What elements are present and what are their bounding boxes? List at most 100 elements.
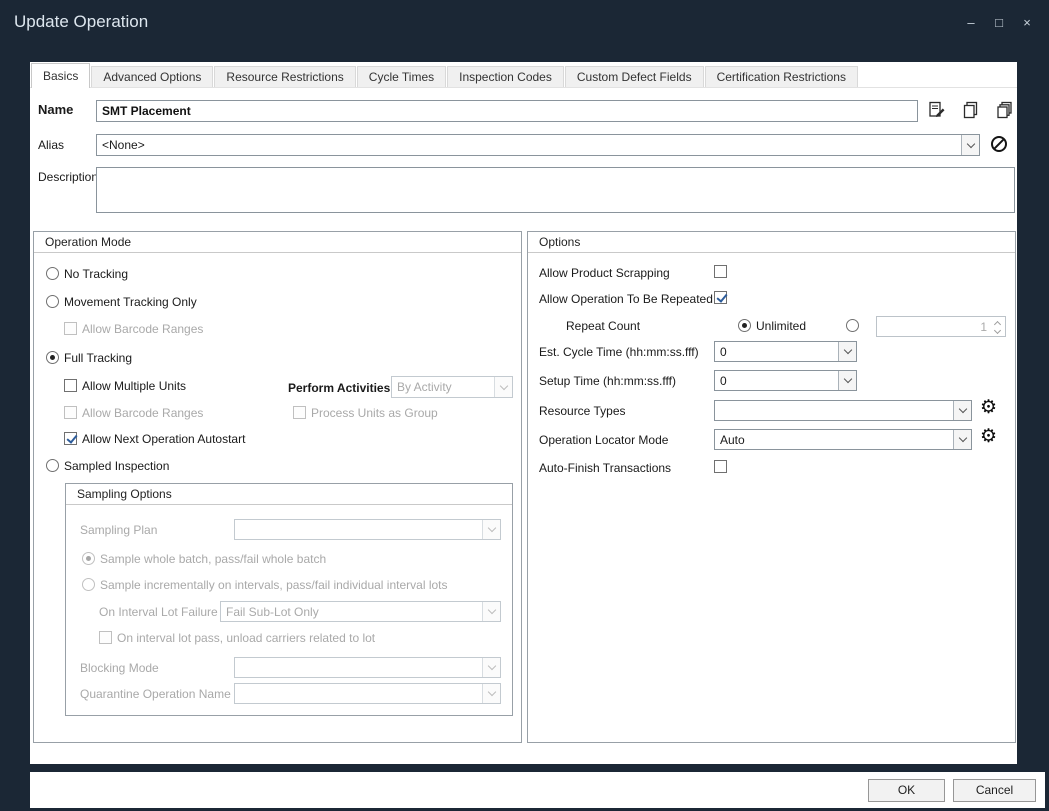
no-tracking-row[interactable]: No Tracking — [46, 266, 128, 281]
maximize-icon[interactable]: □ — [989, 14, 1009, 32]
window-title: Update Operation — [14, 12, 148, 32]
blocking-mode-value — [235, 658, 482, 677]
no-tracking-label: No Tracking — [64, 267, 128, 281]
sampled-inspection-radio[interactable] — [46, 459, 59, 472]
process-units-as-group-label: Process Units as Group — [311, 406, 438, 420]
allow-barcode-ranges-label-1: Allow Barcode Ranges — [82, 322, 203, 336]
allow-barcode-ranges-checkbox-1 — [64, 322, 77, 335]
options-group: Options Allow Product Scrapping Allow Op… — [527, 231, 1016, 743]
ok-button[interactable]: OK — [868, 779, 945, 802]
limited-repeat-row[interactable] — [846, 318, 859, 333]
allow-multiple-units-checkbox[interactable] — [64, 379, 77, 392]
process-units-as-group-checkbox — [293, 406, 306, 419]
alias-combo[interactable]: <None> — [96, 134, 980, 156]
sampling-plan-dropdown-arrow-icon — [482, 520, 500, 539]
basics-tab-content: Name — [30, 88, 1017, 764]
sample-incrementally-label: Sample incrementally on intervals, pass/… — [100, 578, 448, 592]
resource-types-dropdown-arrow-icon[interactable] — [953, 401, 971, 420]
document-stack-icon[interactable] — [996, 101, 1014, 119]
on-interval-lot-pass-checkbox — [99, 631, 112, 644]
on-interval-lot-failure-label: On Interval Lot Failure — [99, 605, 218, 619]
full-tracking-row[interactable]: Full Tracking — [46, 350, 132, 365]
allow-barcode-ranges-label-2: Allow Barcode Ranges — [82, 406, 203, 420]
description-label: Description — [38, 170, 98, 184]
limited-repeat-radio[interactable] — [846, 319, 859, 332]
sampled-inspection-row[interactable]: Sampled Inspection — [46, 458, 169, 473]
sampled-inspection-label: Sampled Inspection — [64, 459, 169, 473]
name-label: Name — [38, 103, 73, 117]
quarantine-operation-name-dropdown-arrow-icon — [482, 684, 500, 703]
tab-inspection-codes[interactable]: Inspection Codes — [447, 66, 564, 87]
operation-locator-mode-label: Operation Locator Mode — [539, 433, 668, 447]
footer-bar: OK Cancel — [30, 772, 1045, 808]
operation-locator-mode-gear-icon[interactable]: ⚙ — [980, 427, 997, 446]
operation-locator-mode-value: Auto — [715, 430, 953, 449]
setup-time-dropdown-arrow-icon[interactable] — [838, 371, 856, 390]
allow-product-scrapping-label: Allow Product Scrapping — [539, 266, 670, 280]
unlimited-radio[interactable] — [738, 319, 751, 332]
name-input[interactable] — [96, 100, 918, 122]
tab-certification-restrictions[interactable]: Certification Restrictions — [705, 66, 858, 87]
tab-advanced-options[interactable]: Advanced Options — [91, 66, 213, 87]
perform-activities-value: By Activity — [392, 377, 494, 397]
cancel-button[interactable]: Cancel — [953, 779, 1036, 802]
tab-strip: Basics Advanced Options Resource Restric… — [30, 62, 1017, 88]
allow-product-scrapping-checkbox[interactable] — [714, 265, 727, 278]
auto-finish-transactions-label: Auto-Finish Transactions — [539, 461, 671, 475]
perform-activities-dropdown-arrow-icon — [494, 377, 512, 397]
sampling-plan-combo — [234, 519, 501, 540]
operation-mode-title: Operation Mode — [34, 232, 521, 253]
close-icon[interactable]: × — [1017, 14, 1037, 32]
operation-mode-group: Operation Mode No Tracking Movement Trac… — [33, 231, 522, 743]
edit-document-icon[interactable] — [928, 101, 946, 119]
quarantine-operation-name-combo — [234, 683, 501, 704]
alias-label: Alias — [38, 138, 64, 152]
operation-locator-mode-dropdown-arrow-icon[interactable] — [953, 430, 971, 449]
sample-incrementally-row: Sample incrementally on intervals, pass/… — [82, 577, 448, 592]
est-cycle-time-dropdown-arrow-icon[interactable] — [838, 342, 856, 361]
full-tracking-label: Full Tracking — [64, 351, 132, 365]
movement-tracking-row[interactable]: Movement Tracking Only — [46, 294, 197, 309]
on-interval-lot-pass-label: On interval lot pass, unload carriers re… — [117, 631, 375, 645]
setup-time-label: Setup Time (hh:mm:ss.fff) — [539, 374, 676, 388]
movement-tracking-radio[interactable] — [46, 295, 59, 308]
titlebar: Update Operation – □ × — [0, 0, 1049, 46]
quarantine-operation-name-label: Quarantine Operation Name — [80, 687, 231, 701]
copy-document-icon[interactable] — [962, 101, 980, 119]
setup-time-combo[interactable]: 0 — [714, 370, 857, 391]
tab-basics[interactable]: Basics — [31, 63, 90, 88]
minimize-icon[interactable]: – — [961, 14, 981, 32]
clear-alias-icon[interactable] — [990, 135, 1008, 153]
tab-custom-defect-fields[interactable]: Custom Defect Fields — [565, 66, 704, 87]
repeat-count-label: Repeat Count — [566, 319, 640, 333]
movement-tracking-label: Movement Tracking Only — [64, 295, 197, 309]
sample-whole-batch-radio — [82, 552, 95, 565]
sampling-options-title: Sampling Options — [66, 484, 512, 505]
full-tracking-radio[interactable] — [46, 351, 59, 364]
tab-cycle-times[interactable]: Cycle Times — [357, 66, 446, 87]
resource-types-combo[interactable] — [714, 400, 972, 421]
alias-dropdown-arrow-icon[interactable] — [961, 135, 979, 155]
resource-types-gear-icon[interactable]: ⚙ — [980, 398, 997, 417]
operation-locator-mode-combo[interactable]: Auto — [714, 429, 972, 450]
blocking-mode-label: Blocking Mode — [80, 661, 159, 675]
repeat-count-spinner: 1 — [876, 316, 1006, 337]
alias-value: <None> — [97, 135, 961, 155]
sample-whole-batch-row: Sample whole batch, pass/fail whole batc… — [82, 551, 326, 566]
est-cycle-time-value: 0 — [715, 342, 838, 361]
allow-next-operation-autostart-checkbox[interactable] — [64, 432, 77, 445]
dialog-body: Basics Advanced Options Resource Restric… — [30, 62, 1017, 764]
unlimited-row[interactable]: Unlimited — [738, 318, 806, 333]
allow-barcode-ranges-row-1: Allow Barcode Ranges — [64, 321, 203, 336]
on-interval-lot-failure-dropdown-arrow-icon — [482, 602, 500, 621]
allow-multiple-units-row[interactable]: Allow Multiple Units — [64, 378, 186, 393]
allow-next-operation-autostart-row[interactable]: Allow Next Operation Autostart — [64, 431, 245, 446]
process-units-as-group-row: Process Units as Group — [293, 405, 438, 420]
est-cycle-time-combo[interactable]: 0 — [714, 341, 857, 362]
no-tracking-radio[interactable] — [46, 267, 59, 280]
allow-operation-repeated-checkbox[interactable] — [714, 291, 727, 304]
tab-resource-restrictions[interactable]: Resource Restrictions — [214, 66, 355, 87]
description-input[interactable] — [96, 167, 1015, 213]
unlimited-label: Unlimited — [756, 319, 806, 333]
auto-finish-transactions-checkbox[interactable] — [714, 460, 727, 473]
